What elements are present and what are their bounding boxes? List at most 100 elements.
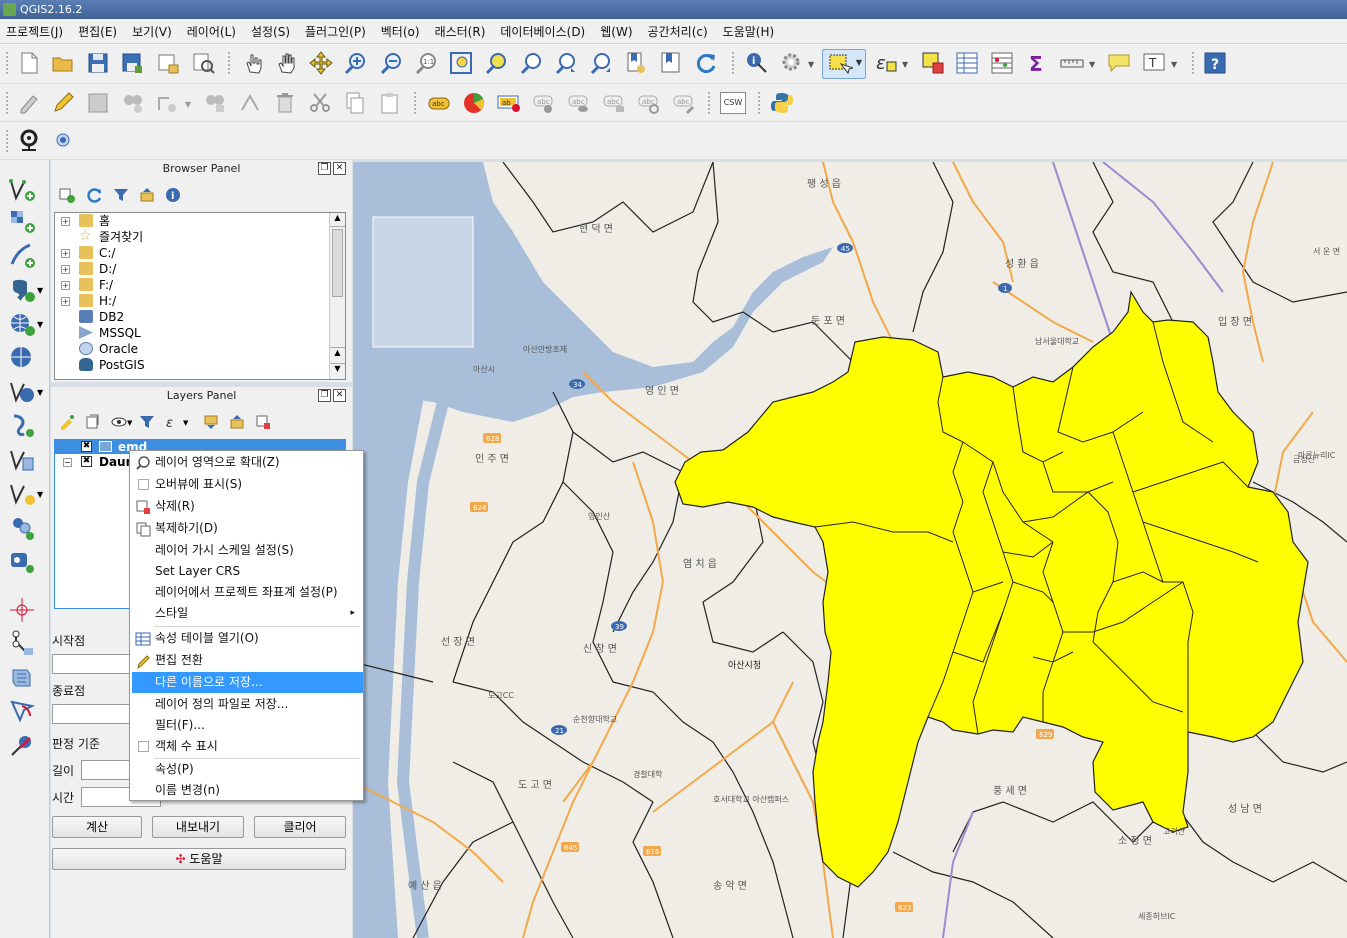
dropdown-arrow-icon[interactable]: ▼ xyxy=(1171,60,1177,69)
help-button[interactable]: ✣ 도움말 xyxy=(52,848,346,870)
move-label-icon[interactable]: abc xyxy=(601,90,627,116)
expand-icon[interactable]: + xyxy=(61,217,70,226)
menu-item-scale-visibility[interactable]: 레이어 가시 스케일 설정(S) xyxy=(132,540,363,561)
csw-button[interactable]: CSW xyxy=(720,92,746,114)
browser-item-home[interactable]: + 홈 xyxy=(55,213,345,229)
layer-diagram-icon[interactable] xyxy=(461,90,487,116)
toolbar-grip[interactable] xyxy=(6,130,10,152)
menu-item-show-feature-count[interactable]: 객체 수 표시 xyxy=(132,736,363,757)
statistical-summary-icon[interactable]: Σ xyxy=(1024,50,1050,76)
help-contents-icon[interactable]: ? xyxy=(1202,50,1228,76)
highlight-pinned-labels-icon[interactable]: ab xyxy=(496,90,522,116)
add-delimited-text-layer-icon[interactable] xyxy=(8,242,36,270)
paste-features-icon[interactable] xyxy=(377,90,403,116)
menu-item-styles[interactable]: 스타일 ▸ xyxy=(132,603,363,624)
menu-layer[interactable]: 레이어(L) xyxy=(187,23,236,40)
calculate-button[interactable]: 계산 xyxy=(52,816,142,838)
new-bookmark-icon[interactable] xyxy=(623,50,649,76)
zoom-to-layer-icon[interactable] xyxy=(518,50,544,76)
new-project-icon[interactable] xyxy=(16,50,42,76)
dropdown-arrow-icon[interactable]: ▼ xyxy=(1089,60,1095,69)
menu-vector[interactable]: 벡터(o) xyxy=(381,23,420,40)
add-wfs-layer-icon[interactable] xyxy=(8,378,36,406)
move-feature-icon[interactable] xyxy=(155,90,181,116)
toolbar-grip[interactable] xyxy=(1192,52,1196,74)
float-panel-icon[interactable]: ❐ xyxy=(318,389,331,402)
toggle-editing-icon[interactable] xyxy=(50,90,76,116)
toolbar-grip[interactable] xyxy=(6,52,10,74)
menu-item-duplicate[interactable]: 복제하기(D) xyxy=(132,518,363,539)
map-canvas[interactable]: 팽 성 읍 현 덕 면 성 환 읍 둔 포 면 입 장 면 아산만방조제 아산시… xyxy=(353,162,1347,938)
dropdown-arrow-icon[interactable]: ▼ xyxy=(37,320,43,329)
dropdown-arrow-icon[interactable]: ▼ xyxy=(37,490,43,499)
pin-labels-icon[interactable]: abc xyxy=(531,90,557,116)
add-wms-layer-icon[interactable] xyxy=(8,310,36,338)
text-annotation-icon[interactable]: T xyxy=(1141,50,1167,76)
scroll-up-icon[interactable]: ▲ xyxy=(330,347,345,361)
menu-edit[interactable]: 편집(E) xyxy=(78,23,117,40)
composer-manager-icon[interactable] xyxy=(190,50,216,76)
browser-item-h-drive[interactable]: + H:/ xyxy=(55,293,345,309)
browser-item-postgis[interactable]: PostGIS xyxy=(55,357,345,373)
menu-item-properties[interactable]: 속성(P) xyxy=(132,759,363,780)
expand-icon[interactable]: + xyxy=(61,265,70,274)
add-wcs-layer-icon[interactable] xyxy=(8,344,36,372)
menu-web[interactable]: 웹(W) xyxy=(600,23,632,40)
end-point-input[interactable] xyxy=(52,704,132,724)
collapse-all-icon[interactable] xyxy=(139,187,155,203)
filter-legend-icon[interactable] xyxy=(139,414,155,430)
menu-item-open-attribute-table[interactable]: 속성 테이블 열기(O) xyxy=(132,628,363,649)
toolbar-grip[interactable] xyxy=(732,52,736,74)
vertex-tool-icon[interactable] xyxy=(237,90,263,116)
scroll-down-icon[interactable]: ▼ xyxy=(330,363,345,377)
zoom-full-icon[interactable] xyxy=(448,50,474,76)
float-panel-icon[interactable]: ❐ xyxy=(318,162,331,175)
toolbar-grip[interactable] xyxy=(758,92,762,114)
layer-labeling-icon[interactable]: abc xyxy=(426,90,452,116)
georeferencer-icon[interactable] xyxy=(8,698,36,726)
add-raster-layer-icon[interactable] xyxy=(8,208,36,236)
feature-count-checkbox[interactable] xyxy=(138,741,149,752)
menu-database[interactable]: 데이터베이스(D) xyxy=(500,23,585,40)
menu-item-toggle-editing[interactable]: 편집 전환 xyxy=(132,650,363,671)
menu-processing[interactable]: 공간처리(c) xyxy=(648,23,708,40)
browser-item-mssql[interactable]: MSSQL xyxy=(55,325,345,341)
menu-project[interactable]: 프로젝트(J) xyxy=(6,23,63,40)
remove-layer-icon[interactable] xyxy=(255,414,271,430)
expand-all-icon[interactable] xyxy=(203,414,219,430)
layer-visibility-checkbox[interactable]: ✖ xyxy=(81,441,92,452)
field-calculator-icon[interactable] xyxy=(989,50,1015,76)
layer-visibility-checkbox[interactable]: ✖ xyxy=(81,456,92,467)
shortest-path-icon[interactable] xyxy=(8,664,36,692)
scroll-up-icon[interactable]: ▲ xyxy=(330,213,345,227)
expand-icon[interactable]: + xyxy=(61,281,70,290)
toolbar-grip[interactable] xyxy=(228,52,232,74)
menu-item-set-layer-crs[interactable]: Set Layer CRS xyxy=(132,561,363,582)
save-project-icon[interactable] xyxy=(85,50,111,76)
clear-button[interactable]: 클리어 xyxy=(254,816,346,838)
menu-item-save-layer-definition[interactable]: 레이어 정의 파일로 저장... xyxy=(132,694,363,715)
save-layer-edits-icon[interactable] xyxy=(85,90,111,116)
add-feature-icon[interactable] xyxy=(120,90,146,116)
refresh-icon[interactable] xyxy=(87,187,103,203)
browser-item-favorites[interactable]: ☆ 즐겨찾기 xyxy=(55,229,345,245)
zoom-native-resolution-icon[interactable]: 1:1 xyxy=(413,50,439,76)
menu-view[interactable]: 보기(V) xyxy=(132,23,172,40)
properties-info-icon[interactable]: i xyxy=(165,187,181,203)
dropdown-arrow-icon[interactable]: ▼ xyxy=(37,388,43,397)
coordinate-capture-icon[interactable] xyxy=(8,732,36,760)
filter-icon[interactable] xyxy=(113,187,129,203)
refresh-icon[interactable] xyxy=(693,50,719,76)
expand-icon[interactable]: + xyxy=(61,249,70,258)
dropdown-arrow-icon[interactable]: ▼ xyxy=(808,60,814,69)
node-tool-icon[interactable] xyxy=(202,90,228,116)
zoom-out-icon[interactable] xyxy=(378,50,404,76)
close-panel-icon[interactable]: ✕ xyxy=(333,389,346,402)
run-feature-action-icon[interactable] xyxy=(779,50,805,76)
save-as-icon[interactable] xyxy=(120,50,146,76)
measure-line-icon[interactable] xyxy=(1059,50,1085,76)
browser-scrollbar[interactable]: ▲ ▲ ▼ xyxy=(329,213,345,379)
gps-tools-icon[interactable] xyxy=(8,596,36,624)
menu-raster[interactable]: 래스터(R) xyxy=(435,23,486,40)
toolbar-grip[interactable] xyxy=(6,92,10,114)
